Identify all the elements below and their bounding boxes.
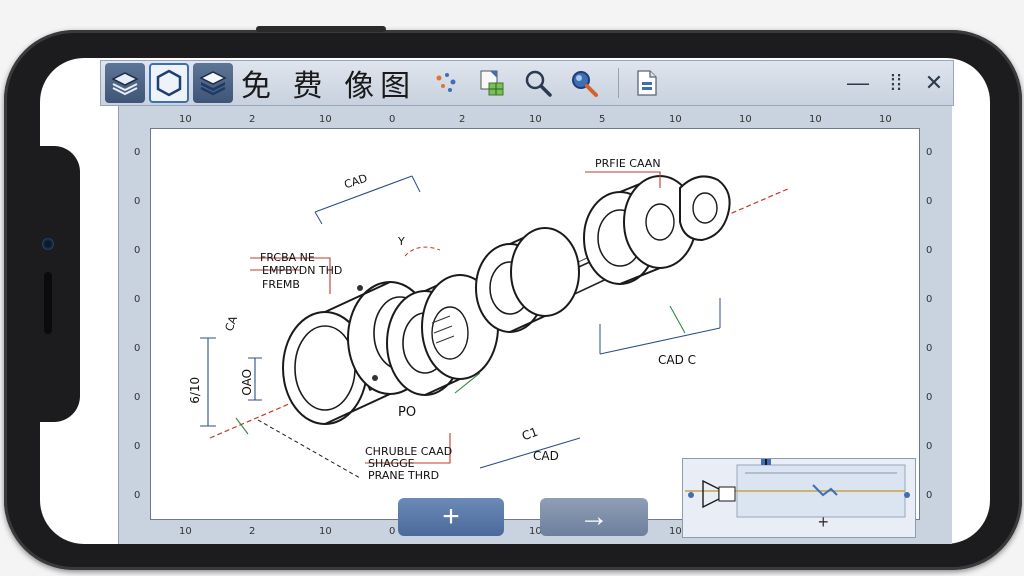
ruler-tick-label: 0 <box>926 195 933 207</box>
ruler-tick-label: 5 <box>599 114 606 125</box>
sparkle-tool-icon <box>436 73 456 92</box>
ruler-tick-label: 10 <box>669 526 682 537</box>
add-button[interactable]: + <box>398 498 504 536</box>
ruler-tick-label: 0 <box>134 440 141 452</box>
ruler-tick-label: 10 <box>739 114 752 125</box>
minimap-panel[interactable] <box>682 449 916 538</box>
close-button[interactable]: ✕ <box>915 61 953 105</box>
label-left-dim-2: OAO <box>240 368 255 396</box>
ruler-tick-label: 0 <box>134 293 141 305</box>
layers-icon <box>111 72 139 96</box>
label-bottom-block-3: PRANE THRD <box>368 469 440 482</box>
ruler-tick-label: 0 <box>926 391 933 403</box>
label-left-block-1: FRCBA NE <box>260 251 315 264</box>
ruler-tick-label: 2 <box>249 114 256 125</box>
camera-icon <box>42 238 54 250</box>
zoom-button[interactable] <box>518 63 558 103</box>
ruler-tick-label: 0 <box>926 293 933 305</box>
grid-export-button[interactable] <box>472 63 512 103</box>
window-controls: — ⁞⁞ ✕ <box>839 61 953 105</box>
label-left-block-3: FREMB <box>262 278 300 291</box>
next-button[interactable]: → <box>540 498 648 536</box>
ruler-tick-label: 0 <box>926 146 933 158</box>
ruler-tick-label: 10 <box>529 114 542 125</box>
label-center-mark: PO <box>398 405 417 420</box>
ruler-tick-label: 0 <box>134 195 141 207</box>
plus-icon: + <box>442 500 460 533</box>
label-y-mark: Y <box>398 235 405 248</box>
app-toolbar: 免 费 像图 — ⁞⁞ ✕ <box>100 60 954 106</box>
ruler-left: 0 0 0 0 0 0 0 0 <box>130 128 148 520</box>
ruler-tick-label: 10 <box>319 526 332 537</box>
label-right-dim: CAD C <box>658 353 697 367</box>
layers-button[interactable] <box>105 63 145 103</box>
toolbar-separator <box>618 68 620 98</box>
end-nut <box>679 175 731 242</box>
document-button[interactable] <box>627 63 667 103</box>
ruler-tick-label: 0 <box>926 489 933 501</box>
document-icon <box>637 70 657 96</box>
label-bottom-block-1: CHRUBLE CAAD <box>365 445 453 458</box>
ruler-tick-label: 0 <box>134 146 141 158</box>
ruler-tick-label: 2 <box>459 114 466 125</box>
zoom-icon <box>525 70 552 97</box>
center-housing <box>475 227 580 333</box>
ruler-tick-label: 0 <box>926 342 933 354</box>
label-left-dim-1: 6/10 <box>188 376 203 404</box>
ruler-tick-label: 0 <box>389 114 396 125</box>
grid-export-icon <box>480 70 504 96</box>
arrow-right-icon: → <box>579 500 609 533</box>
ruler-tick-label: 0 <box>134 244 141 256</box>
center-mark-2 <box>669 305 686 334</box>
minimap-preview <box>685 449 910 518</box>
ruler-tick-label: 0 <box>389 526 396 537</box>
ruler-tick-label: 0 <box>134 489 141 501</box>
select-shape-button[interactable] <box>149 63 189 103</box>
ruler-tick-label: 0 <box>926 244 933 256</box>
ruler-tick-label: 10 <box>879 114 892 125</box>
sparkle-tool-button[interactable] <box>426 63 466 103</box>
ruler-tick-label: 10 <box>809 114 822 125</box>
layer-stack-button[interactable] <box>193 63 233 103</box>
label-top-right: PRFIE CAAN <box>595 157 661 170</box>
speaker-grille <box>44 272 52 334</box>
minimap-zoom-in-icon[interactable]: + <box>818 512 829 533</box>
label-bottom-dim: CAD <box>533 449 559 463</box>
ruler-tick-label: 0 <box>926 440 933 452</box>
grid-view-button[interactable]: ⁞⁞ <box>877 61 915 105</box>
label-bottom-block-2: SHAGGE <box>368 457 415 470</box>
ruler-tick-label: 10 <box>669 114 682 125</box>
zoom-selected-button[interactable] <box>564 63 604 103</box>
ruler-tick-label: 10 <box>179 114 192 125</box>
minimize-button[interactable]: — <box>839 61 877 105</box>
hexagon-select-icon <box>156 69 182 97</box>
ruler-tick-label: 0 <box>134 391 141 403</box>
ruler-tick-label: 0 <box>134 342 141 354</box>
zoom-selected-icon <box>572 71 599 97</box>
phone-top-button <box>256 26 386 32</box>
ruler-right: 0 0 0 0 0 0 0 0 <box>922 128 940 520</box>
phone-notch <box>26 146 80 422</box>
minimize-icon: — <box>847 70 869 95</box>
dimension-diagonal <box>257 419 361 479</box>
close-icon: ✕ <box>924 70 944 95</box>
ruler-tick-label: 10 <box>319 114 332 125</box>
layer-stack-icon <box>199 71 227 96</box>
label-left-block-2: EMPBYDN THD <box>262 264 343 277</box>
dimension-right <box>599 327 721 355</box>
dimension-bottom <box>479 437 581 469</box>
app-title: 免 费 像图 <box>241 69 417 104</box>
ruler-tick-label: 2 <box>249 526 256 537</box>
ruler-tick-label: 10 <box>179 526 192 537</box>
grid-icon: ⁞⁞ <box>889 70 903 95</box>
